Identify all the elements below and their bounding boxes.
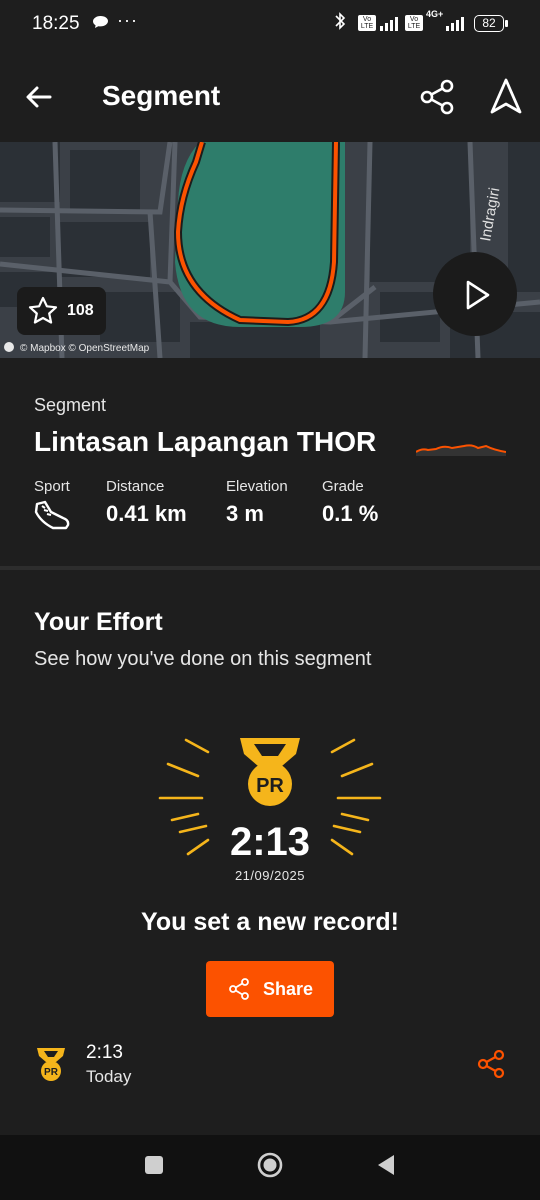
share-effort-icon[interactable]: [476, 1050, 506, 1078]
star-segment-button[interactable]: 108: [17, 287, 106, 335]
effort-subtitle: See how you've done on this segment: [34, 648, 372, 670]
elevation-profile-icon: [416, 444, 506, 456]
history-badge-text: PR: [44, 1067, 59, 1078]
arrow-left-icon[interactable]: [22, 80, 56, 114]
pr-time: 2:13: [229, 820, 311, 864]
grade-value: 0.1 %: [322, 501, 379, 526]
signal-strength-2-icon: [446, 15, 464, 31]
play-flyover-button[interactable]: [433, 252, 517, 336]
system-nav-bar: [0, 1135, 540, 1200]
effort-title: Your Effort: [34, 608, 163, 636]
status-time: 18:25: [32, 13, 80, 34]
map-attribution[interactable]: © Mapbox © OpenStreetMap: [4, 342, 149, 354]
segment-label: Segment: [34, 395, 107, 415]
signal-strength-1-icon: [380, 15, 398, 31]
battery-indicator: 82: [474, 15, 508, 32]
elevation-label: Elevation: [226, 478, 288, 495]
share-button[interactable]: Share: [206, 961, 334, 1017]
pr-badge-text: PR: [256, 775, 284, 797]
history-time: 2:13: [86, 1042, 123, 1063]
triangle-back-icon[interactable]: [376, 1153, 396, 1177]
share-button-label: Share: [263, 979, 314, 999]
distance-label: Distance: [106, 478, 165, 495]
segment-name: Lintasan Lapangan THOR: [34, 426, 377, 457]
record-message: You set a new record!: [141, 908, 399, 936]
play-icon: [466, 280, 490, 310]
share-icon: [229, 978, 249, 1000]
square-recents-icon[interactable]: [145, 1156, 163, 1174]
your-effort-section: Your Effort See how you've done on this …: [0, 570, 540, 1135]
app-header: Segment: [0, 50, 540, 142]
more-notifications-icon: ···: [117, 10, 138, 30]
distance-value: 0.41 km: [106, 501, 187, 526]
volte-badge-1: Vo LTE: [358, 15, 376, 31]
grade-label: Grade: [322, 478, 364, 495]
pr-medal-icon: PR: [37, 1048, 65, 1081]
volte-badge-2: Vo LTE: [405, 15, 423, 31]
elevation-value: 3 m: [226, 501, 264, 526]
pr-date: 21/09/2025: [234, 868, 306, 883]
segment-info: Segment Lintasan Lapangan THOR Sport Dis…: [0, 358, 540, 566]
message-bubble-icon: [93, 16, 108, 28]
circle-home-icon[interactable]: [257, 1152, 283, 1178]
history-day: Today: [86, 1067, 132, 1086]
network-type: 4G+: [426, 9, 444, 19]
star-icon: [28, 296, 58, 324]
sport-label: Sport: [34, 478, 70, 495]
star-count: 108: [67, 302, 94, 319]
share-icon[interactable]: [418, 78, 456, 116]
mapbox-logo-icon: [4, 342, 14, 352]
page-title: Segment: [102, 80, 221, 111]
running-shoe-icon: [34, 500, 70, 530]
navigation-arrow-icon[interactable]: [488, 76, 524, 116]
status-bar: 18:25 ··· Vo LTE Vo LTE 4G+ 82: [0, 0, 540, 50]
bluetooth-icon: [334, 12, 346, 35]
